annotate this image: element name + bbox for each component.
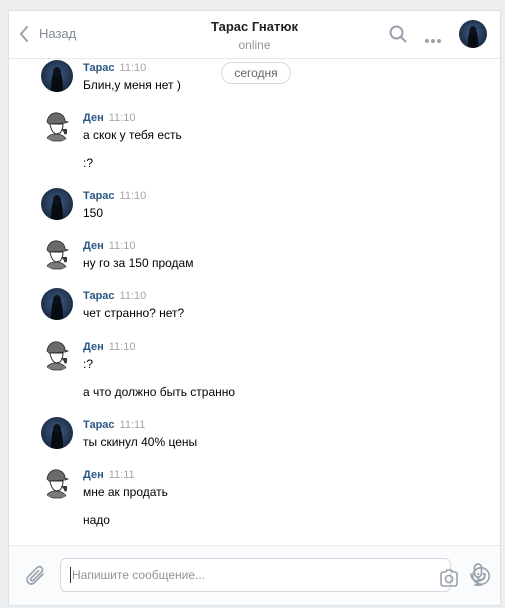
avatar-taras[interactable] bbox=[41, 188, 73, 220]
message-author[interactable]: Тарас bbox=[83, 419, 115, 431]
message-meta: Ден 11:10 bbox=[83, 110, 473, 126]
message-text: чет странно? нет? bbox=[83, 306, 185, 320]
message-time[interactable]: 11:11 bbox=[109, 469, 135, 481]
message-time[interactable]: 11:10 bbox=[109, 240, 136, 252]
message-time[interactable]: 11:10 bbox=[120, 290, 147, 302]
message-meta: Ден 11:10 bbox=[83, 339, 473, 355]
microphone-icon[interactable] bbox=[469, 563, 487, 592]
avatar-taras[interactable] bbox=[41, 288, 73, 320]
camera-icon[interactable] bbox=[439, 567, 459, 599]
avatar-den[interactable] bbox=[41, 339, 73, 371]
message-body: Тарас 11:10 150 bbox=[83, 188, 473, 222]
message-time[interactable]: 11:10 bbox=[109, 112, 136, 124]
message-author[interactable]: Тарас bbox=[83, 190, 115, 202]
message-time[interactable]: 11:11 bbox=[120, 419, 146, 431]
message-text: а скок у тебя есть bbox=[83, 128, 182, 142]
message-composer: Напишите сообщение... bbox=[9, 545, 500, 605]
message-time[interactable]: 11:10 bbox=[120, 62, 147, 74]
message-text: надо bbox=[83, 513, 110, 527]
message-author[interactable]: Ден bbox=[83, 469, 104, 481]
message-text: ты скинул 40% цены bbox=[83, 435, 198, 449]
message-body: Ден 11:10 ну го за 150 продам bbox=[83, 238, 473, 272]
message-author[interactable]: Тарас bbox=[83, 62, 115, 74]
message-meta: Ден 11:11 bbox=[83, 467, 473, 483]
message-author[interactable]: Ден bbox=[83, 341, 104, 353]
message-body: Ден11:11 мне ак продать надо пошли через… bbox=[83, 467, 473, 547]
message-history[interactable]: Тарас 11:10 Блин,у меня нет ) сегодня Ден… bbox=[9, 60, 500, 547]
attach-icon[interactable] bbox=[25, 564, 47, 593]
message-text: ну го за 150 продам bbox=[83, 256, 194, 270]
message-body: Тарас 11:11 ты скинул 40% цены bbox=[83, 417, 473, 451]
message-text: 150 bbox=[83, 206, 104, 220]
message-author[interactable]: Ден bbox=[83, 240, 104, 252]
chat-window: Назад Тарас Гнатюк online Тарас 11:10 Бл… bbox=[8, 10, 501, 606]
message-input-placeholder: Напишите сообщение... bbox=[72, 568, 206, 582]
message-time[interactable]: 11:10 bbox=[120, 190, 147, 202]
avatar-den[interactable] bbox=[41, 238, 73, 270]
message-author[interactable]: Ден bbox=[83, 112, 104, 124]
chat-header: Назад Тарас Гнатюк online bbox=[9, 11, 500, 59]
header-avatar[interactable] bbox=[459, 20, 487, 48]
message-meta: Тарас 11:10 bbox=[83, 288, 473, 304]
more-icon[interactable] bbox=[424, 31, 442, 49]
message-body: Ден 11:10 :? а что должно быть странно bbox=[83, 339, 473, 401]
message-input[interactable]: Напишите сообщение... bbox=[60, 558, 490, 592]
message-body: Тарас 11:10 чет странно? нет? bbox=[83, 288, 473, 322]
message-meta: Тарас 11:10 bbox=[83, 188, 473, 204]
text-caret bbox=[70, 567, 71, 583]
avatar-taras[interactable] bbox=[41, 60, 73, 92]
date-divider: сегодня bbox=[221, 62, 291, 84]
avatar-den[interactable] bbox=[41, 467, 73, 499]
message-text: :? bbox=[83, 156, 94, 170]
search-icon[interactable] bbox=[389, 25, 407, 48]
message-time[interactable]: 11:10 bbox=[109, 341, 136, 353]
avatar-taras[interactable] bbox=[41, 417, 73, 449]
message-body: Ден 11:10 а скок у тебя есть :? bbox=[83, 110, 473, 172]
message-meta: Тарас 11:11 bbox=[83, 417, 473, 433]
message-text: :? bbox=[83, 357, 94, 371]
avatar-den[interactable] bbox=[41, 110, 73, 142]
message-meta: Ден 11:10 bbox=[83, 238, 473, 254]
message-text: мне ак продать bbox=[83, 485, 168, 499]
message-text: а что должно быть странно bbox=[83, 385, 236, 399]
message-author[interactable]: Тарас bbox=[83, 290, 115, 302]
